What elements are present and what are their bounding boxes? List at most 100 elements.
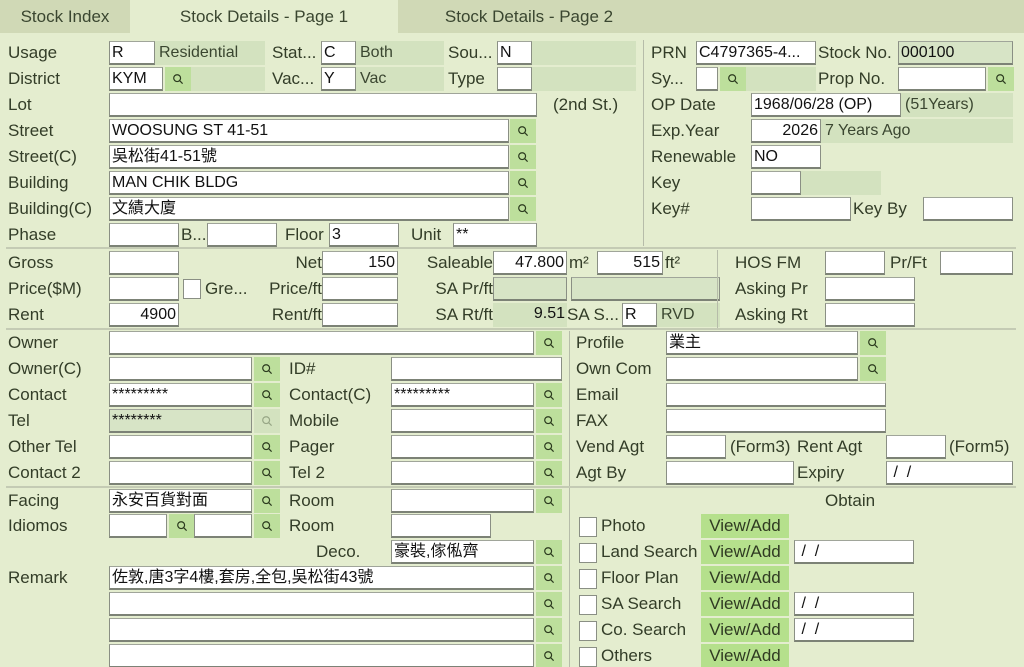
type-code-input[interactable]	[497, 67, 532, 91]
remark-search-button-3[interactable]	[536, 618, 562, 642]
street-input[interactable]: WOOSUNG ST 41-51	[109, 119, 509, 143]
price-ft-input[interactable]	[322, 277, 398, 301]
renewable-input[interactable]: NO	[751, 145, 821, 169]
usage-code-input[interactable]: R	[109, 41, 155, 65]
owner-input[interactable]	[109, 331, 534, 355]
street-c-search-button[interactable]	[510, 145, 536, 169]
prop-no-input[interactable]	[898, 67, 986, 91]
photo-view-add-button[interactable]: View/Add	[701, 514, 789, 538]
rent-agt-input[interactable]	[886, 435, 946, 459]
tab-stock-details-page-2[interactable]: Stock Details - Page 2	[398, 0, 660, 33]
building-c-input[interactable]: 文績大廈	[109, 197, 509, 221]
co-search-date-input[interactable]: / /	[794, 618, 914, 642]
other-tel-search-button[interactable]	[254, 435, 280, 459]
sa-s-code-input[interactable]: R	[622, 303, 657, 327]
prn-input[interactable]: C4797365-4...	[696, 41, 816, 65]
mobile-search-button[interactable]	[536, 409, 562, 433]
own-com-input[interactable]	[666, 357, 858, 381]
remark-input-3[interactable]	[109, 618, 534, 642]
mobile-input[interactable]	[391, 409, 534, 433]
id-no-input[interactable]	[391, 357, 562, 381]
phase-input[interactable]	[109, 223, 179, 247]
sa-search-checkbox[interactable]	[579, 595, 597, 615]
rent-ft-input[interactable]	[322, 303, 398, 327]
co-search-view-add-button[interactable]: View/Add	[701, 618, 789, 642]
key-input[interactable]	[751, 171, 801, 195]
pager-search-button[interactable]	[536, 435, 562, 459]
owner-c-input[interactable]	[109, 357, 252, 381]
own-com-search-button[interactable]	[860, 357, 886, 381]
contact2-search-button[interactable]	[254, 461, 280, 485]
email-input[interactable]	[666, 383, 886, 407]
deco-input[interactable]: 豪裝,傢俬齊	[391, 540, 534, 564]
tab-stock-index[interactable]: Stock Index	[0, 0, 130, 33]
sa-search-view-add-button[interactable]: View/Add	[701, 592, 789, 616]
building-search-button[interactable]	[510, 171, 536, 195]
key-no-input[interactable]	[751, 197, 851, 221]
status-code-input[interactable]: C	[321, 41, 356, 65]
others-checkbox[interactable]	[579, 647, 597, 667]
price-input[interactable]	[109, 277, 179, 301]
floor-plan-checkbox[interactable]	[579, 569, 597, 589]
hos-fm-input[interactable]	[825, 251, 885, 275]
key-by-input[interactable]	[923, 197, 1013, 221]
rent-input[interactable]: 4900	[109, 303, 179, 327]
contact-c-input[interactable]: *********	[391, 383, 534, 407]
tel2-search-button[interactable]	[536, 461, 562, 485]
street-search-button[interactable]	[510, 119, 536, 143]
agt-by-input[interactable]	[666, 461, 794, 485]
remark-search-button-2[interactable]	[536, 592, 562, 616]
district-search-button[interactable]	[165, 67, 191, 91]
fax-input[interactable]	[666, 409, 886, 433]
contact-input[interactable]: *********	[109, 383, 252, 407]
remark-input-1[interactable]: 佐敦,唐3字4樓,套房,全包,吳松街43號	[109, 566, 534, 590]
gre-checkbox[interactable]	[183, 279, 201, 299]
lot-input[interactable]	[109, 93, 537, 117]
exp-year-input[interactable]: 2026	[751, 119, 821, 143]
source-code-input[interactable]: N	[497, 41, 532, 65]
sy-search-button[interactable]	[720, 67, 746, 91]
contact2-input[interactable]	[109, 461, 252, 485]
saleable-m2-input[interactable]: 47.800	[493, 251, 567, 275]
unit-input[interactable]: **	[453, 223, 537, 247]
tab-stock-details-page-1[interactable]: Stock Details - Page 1	[130, 0, 398, 33]
idiomos-input-1[interactable]	[109, 514, 167, 538]
land-search-view-add-button[interactable]: View/Add	[701, 540, 789, 564]
saleable-ft2-input[interactable]: 515	[597, 251, 663, 275]
building-c-search-button[interactable]	[510, 197, 536, 221]
room1-input[interactable]	[391, 489, 534, 513]
remark-input-2[interactable]	[109, 592, 534, 616]
profile-input[interactable]: 業主	[666, 331, 858, 355]
street-c-input[interactable]: 吳松街41-51號	[109, 145, 509, 169]
facing-input[interactable]: 永安百貨對面	[109, 489, 252, 513]
land-search-checkbox[interactable]	[579, 543, 597, 563]
building-input[interactable]: MAN CHIK BLDG	[109, 171, 509, 195]
floor-input[interactable]: 3	[329, 223, 399, 247]
expiry-input[interactable]: / /	[886, 461, 1013, 485]
op-date-input[interactable]: 1968/06/28 (OP)	[751, 93, 901, 117]
room2-input[interactable]	[391, 514, 491, 538]
district-code-input[interactable]: KYM	[109, 67, 163, 91]
sa-search-date-input[interactable]: / /	[794, 592, 914, 616]
pager-input[interactable]	[391, 435, 534, 459]
asking-rt-input[interactable]	[825, 303, 915, 327]
pr-ft-input[interactable]	[940, 251, 1013, 275]
sy-input[interactable]	[696, 67, 718, 91]
co-search-checkbox[interactable]	[579, 621, 597, 641]
remark-input-4[interactable]	[109, 644, 534, 667]
floor-plan-view-add-button[interactable]: View/Add	[701, 566, 789, 590]
vacancy-code-input[interactable]: Y	[321, 67, 356, 91]
land-search-date-input[interactable]: / /	[794, 540, 914, 564]
facing-search-button[interactable]	[254, 489, 280, 513]
other-tel-input[interactable]	[109, 435, 252, 459]
remark-search-button-4[interactable]	[536, 644, 562, 667]
idiomos-search-button-1[interactable]	[169, 514, 195, 538]
idiomos-search-button-2[interactable]	[254, 514, 280, 538]
block-input[interactable]	[207, 223, 277, 247]
profile-search-button[interactable]	[860, 331, 886, 355]
owner-c-search-button[interactable]	[254, 357, 280, 381]
remark-search-button-1[interactable]	[536, 566, 562, 590]
others-view-add-button[interactable]: View/Add	[701, 644, 789, 667]
owner-search-button[interactable]	[536, 331, 562, 355]
prop-no-search-button[interactable]	[988, 67, 1014, 91]
